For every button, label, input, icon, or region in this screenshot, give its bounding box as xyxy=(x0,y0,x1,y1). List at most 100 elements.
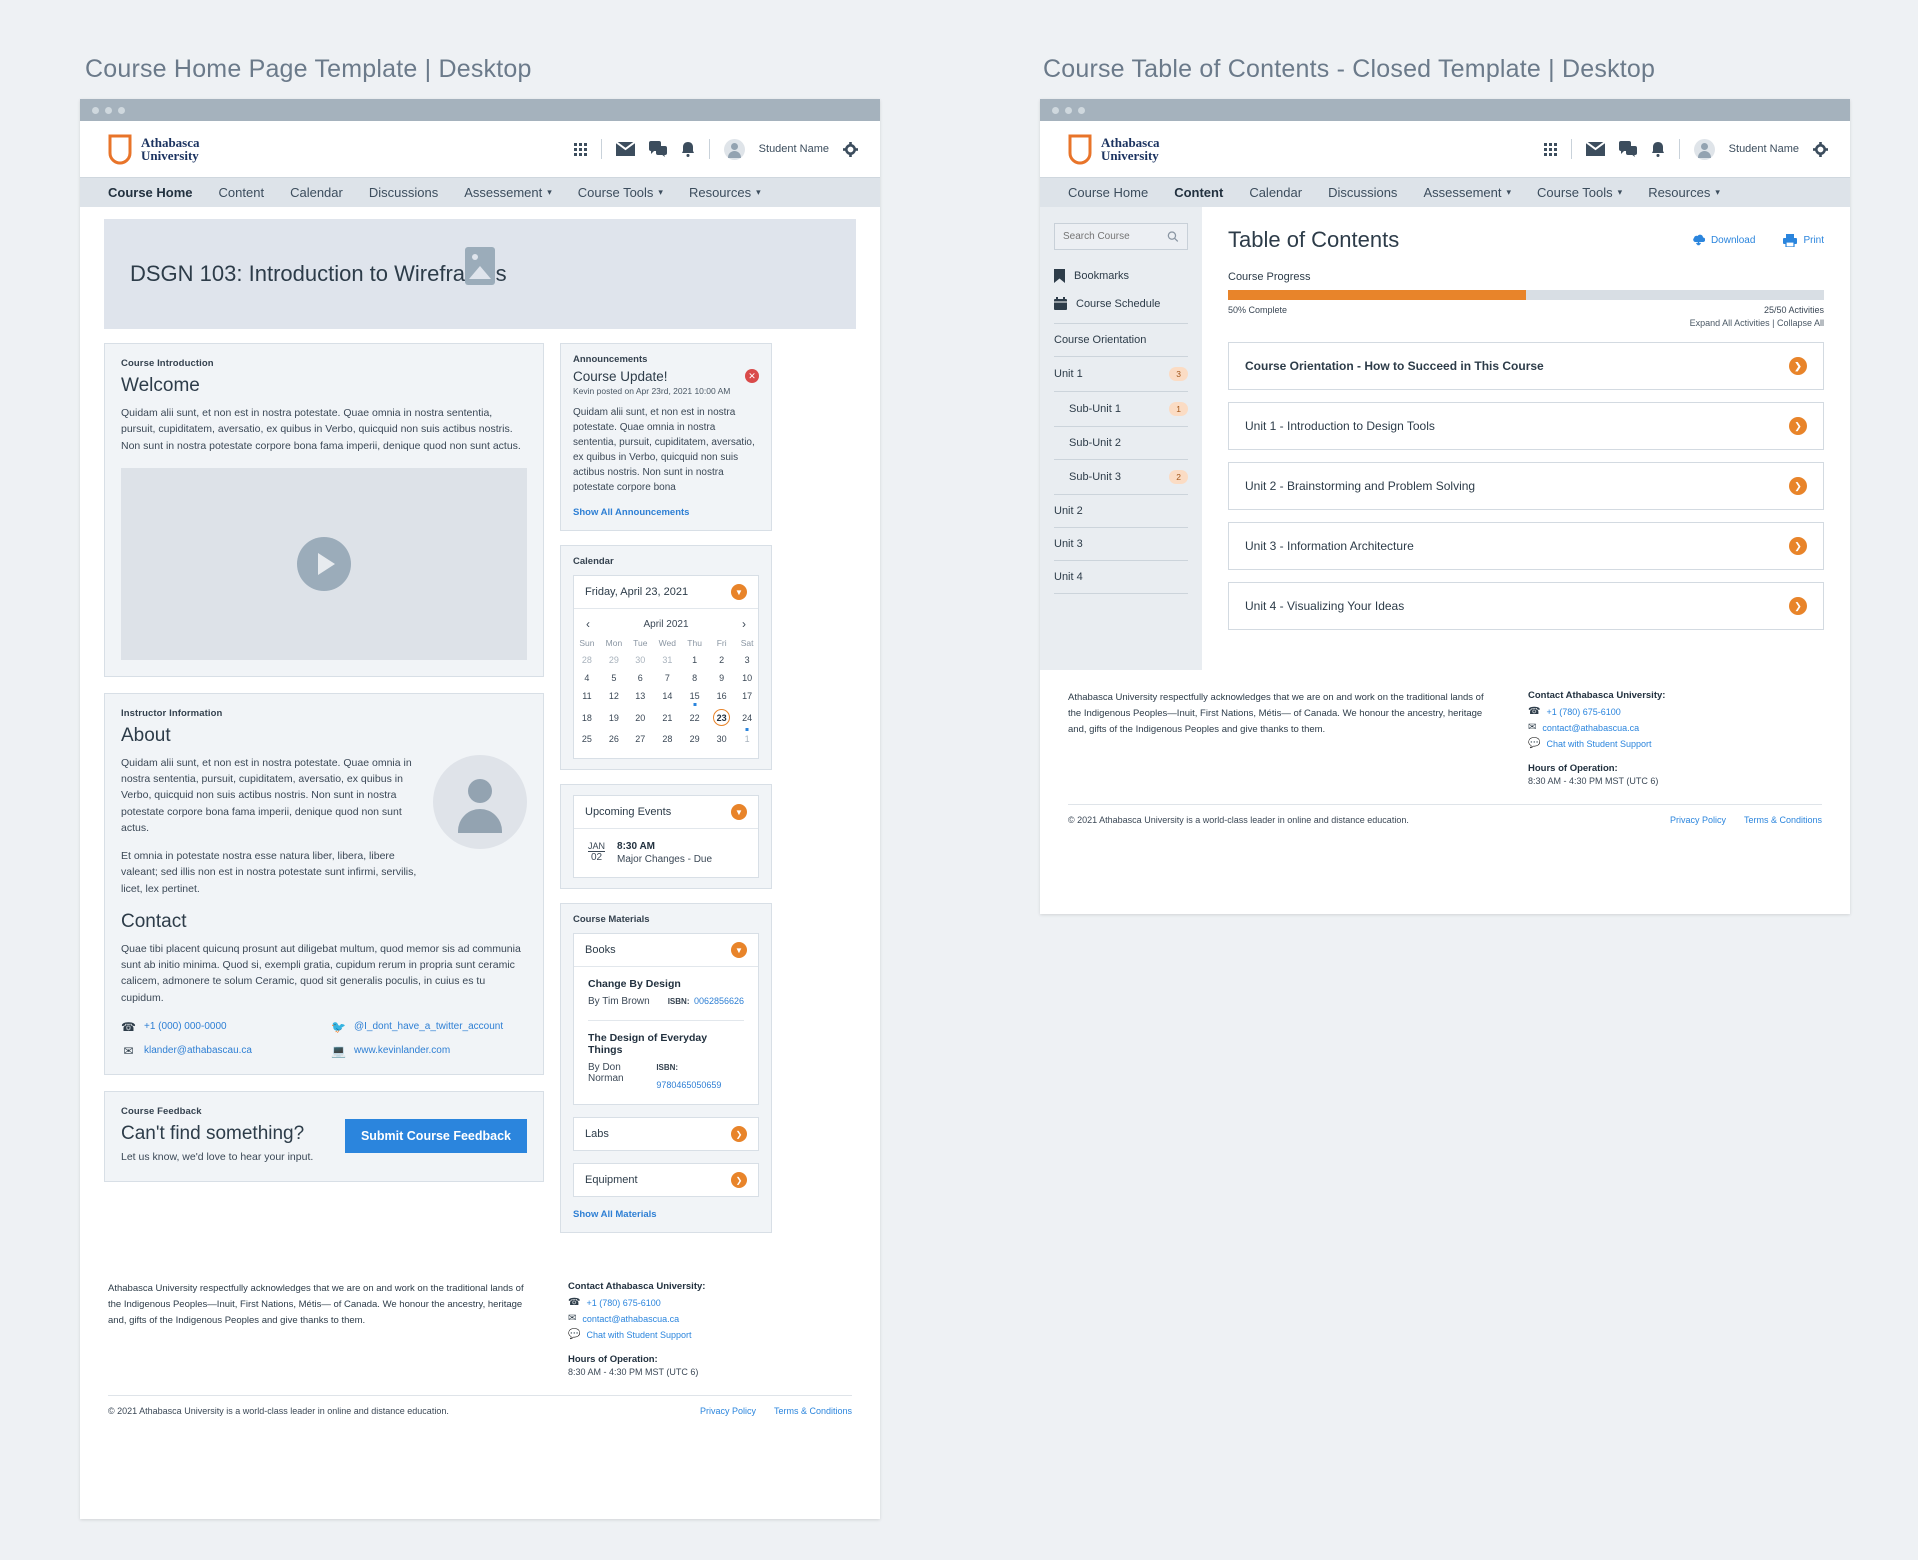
isbn-value[interactable]: 9780465050659 xyxy=(656,1080,721,1090)
nav-item-course-home[interactable]: Course Home xyxy=(1068,185,1148,200)
books-header[interactable]: Books ▼ xyxy=(574,934,758,967)
calendar-day[interactable]: 28 xyxy=(653,730,683,748)
instructor-email[interactable]: ✉ klander@athabascau.ca xyxy=(121,1044,317,1058)
prev-month-icon[interactable]: ‹ xyxy=(586,617,590,631)
toc-item[interactable]: Unit 1 - Introduction to Design Tools ❯ xyxy=(1228,402,1824,450)
calendar-day[interactable]: 5 xyxy=(600,669,628,687)
apps-grid-icon[interactable] xyxy=(1543,142,1557,156)
toc-item[interactable]: Unit 2 - Brainstorming and Problem Solvi… xyxy=(1228,462,1824,510)
calendar-day[interactable]: 24 xyxy=(736,705,758,731)
calendar-day[interactable]: 30 xyxy=(628,651,652,669)
footer-email-link[interactable]: contact@athabascua.ca xyxy=(582,1314,679,1324)
instructor-phone[interactable]: ☎ +1 (000) 000-0000 xyxy=(121,1020,317,1034)
instructor-twitter[interactable]: 🐦 @I_dont_have_a_twitter_account xyxy=(331,1020,527,1034)
next-month-icon[interactable]: › xyxy=(742,617,746,631)
mail-icon[interactable] xyxy=(1585,142,1605,156)
chevron-right-icon[interactable]: ❯ xyxy=(1789,537,1807,555)
footer-phone[interactable]: ☎ +1 (780) 675-6100 xyxy=(1528,706,1665,717)
events-header[interactable]: Upcoming Events ▼ xyxy=(574,796,758,829)
nav-item-assessement[interactable]: Assessement ▾ xyxy=(464,185,552,200)
nav-item-course-tools[interactable]: Course Tools ▾ xyxy=(1537,185,1622,200)
search-input[interactable] xyxy=(1063,231,1168,242)
calendar-day[interactable]: 8 xyxy=(682,669,707,687)
nav-item-course-tools[interactable]: Course Tools ▾ xyxy=(578,185,663,200)
calendar-selected-date-row[interactable]: Friday, April 23, 2021 ▼ xyxy=(574,576,758,609)
calendar-day[interactable]: 2 xyxy=(707,651,736,669)
calendar-day[interactable]: 22 xyxy=(682,705,707,730)
list-item[interactable]: The Design of Everyday Things By Don Nor… xyxy=(574,1021,758,1104)
gear-icon[interactable] xyxy=(843,141,858,157)
calendar-day[interactable]: 17 xyxy=(736,687,758,705)
instructor-email-link[interactable]: klander@athabascau.ca xyxy=(144,1045,252,1056)
sidebar-item-unit-3[interactable]: Unit 3 xyxy=(1054,528,1188,560)
calendar-day[interactable]: 26 xyxy=(600,730,628,748)
footer-email-link[interactable]: contact@athabascua.ca xyxy=(1542,723,1639,733)
sidebar-item-course-orientation[interactable]: Course Orientation xyxy=(1054,324,1188,356)
bell-icon[interactable] xyxy=(1651,141,1665,158)
calendar-day[interactable]: 1 xyxy=(682,651,707,669)
list-item[interactable]: Change By Design By Tim Brown ISBN: 0062… xyxy=(574,967,758,1020)
terms-conditions-link[interactable]: Terms & Conditions xyxy=(1744,815,1822,825)
privacy-policy-link[interactable]: Privacy Policy xyxy=(1670,815,1726,825)
footer-chat[interactable]: 💬 Chat with Student Support xyxy=(1528,738,1665,749)
toc-item[interactable]: Unit 4 - Visualizing Your Ideas ❯ xyxy=(1228,582,1824,630)
footer-chat-link[interactable]: Chat with Student Support xyxy=(1546,739,1651,749)
nav-item-calendar[interactable]: Calendar xyxy=(1249,185,1302,200)
footer-chat[interactable]: 💬 Chat with Student Support xyxy=(568,1329,705,1340)
sidebar-item-unit-2[interactable]: Unit 2 xyxy=(1054,495,1188,527)
course-intro-video[interactable] xyxy=(121,467,527,660)
calendar-day[interactable]: 27 xyxy=(628,730,652,748)
calendar-day[interactable]: 4 xyxy=(574,669,600,687)
calendar-day[interactable]: 19 xyxy=(600,705,628,730)
labs-panel[interactable]: Labs ❯ xyxy=(573,1117,759,1151)
footer-phone-link[interactable]: +1 (780) 675-6100 xyxy=(1546,707,1620,717)
chat-icon[interactable] xyxy=(648,141,667,157)
chat-icon[interactable] xyxy=(1618,141,1637,157)
sidebar-item-unit-4[interactable]: Unit 4 xyxy=(1054,561,1188,593)
instructor-twitter-link[interactable]: @I_dont_have_a_twitter_account xyxy=(354,1021,503,1032)
search-icon[interactable] xyxy=(1167,230,1179,243)
calendar-day[interactable]: 16 xyxy=(707,687,736,705)
equipment-header[interactable]: Equipment ❯ xyxy=(574,1164,758,1196)
calendar-day[interactable]: 6 xyxy=(628,669,652,687)
print-button[interactable]: Print xyxy=(1783,233,1824,247)
labs-header[interactable]: Labs ❯ xyxy=(574,1118,758,1150)
chevron-right-icon[interactable]: ❯ xyxy=(1789,417,1807,435)
calendar-day[interactable]: 1 xyxy=(736,730,758,748)
toc-item[interactable]: Unit 3 - Information Architecture ❯ xyxy=(1228,522,1824,570)
search-course-box[interactable] xyxy=(1054,223,1188,250)
sidebar-item-sub-unit-1[interactable]: Sub-Unit 1 1 xyxy=(1054,392,1188,426)
chevron-right-icon[interactable]: ❯ xyxy=(731,1126,747,1142)
chevron-right-icon[interactable]: ❯ xyxy=(1789,477,1807,495)
sidebar-item-sub-unit-3[interactable]: Sub-Unit 3 2 xyxy=(1054,460,1188,494)
calendar-day[interactable]: 21 xyxy=(653,705,683,730)
chevron-down-icon[interactable]: ▼ xyxy=(731,942,747,958)
footer-email[interactable]: ✉ contact@athabascua.ca xyxy=(1528,722,1665,733)
chevron-down-icon[interactable]: ▼ xyxy=(731,804,747,820)
gear-icon[interactable] xyxy=(1813,141,1828,157)
apps-grid-icon[interactable] xyxy=(573,142,587,156)
footer-chat-link[interactable]: Chat with Student Support xyxy=(586,1330,691,1340)
sidebar-item-course-schedule[interactable]: Course Schedule xyxy=(1054,290,1188,317)
calendar-day[interactable]: 29 xyxy=(682,730,707,748)
mail-icon[interactable] xyxy=(615,142,635,156)
chevron-right-icon[interactable]: ❯ xyxy=(731,1172,747,1188)
calendar-day[interactable]: 7 xyxy=(653,669,683,687)
athabasca-logo[interactable]: Athabasca University xyxy=(108,134,200,165)
nav-item-discussions[interactable]: Discussions xyxy=(369,185,438,200)
calendar-day[interactable]: 31 xyxy=(653,651,683,669)
terms-conditions-link[interactable]: Terms & Conditions xyxy=(774,1406,852,1416)
calendar-day[interactable]: 3 xyxy=(736,651,758,669)
nav-item-calendar[interactable]: Calendar xyxy=(290,185,343,200)
show-all-announcements-link[interactable]: Show All Announcements xyxy=(573,507,689,518)
nav-item-course-home[interactable]: Course Home xyxy=(108,185,193,200)
toc-item[interactable]: Course Orientation - How to Succeed in T… xyxy=(1228,342,1824,390)
play-icon[interactable] xyxy=(297,536,351,591)
instructor-website[interactable]: 💻 www.kevinlander.com xyxy=(331,1044,527,1058)
nav-item-content[interactable]: Content xyxy=(1174,185,1223,200)
nav-item-content[interactable]: Content xyxy=(219,185,265,200)
footer-phone[interactable]: ☎ +1 (780) 675-6100 xyxy=(568,1297,705,1308)
bell-icon[interactable] xyxy=(681,141,695,158)
nav-item-discussions[interactable]: Discussions xyxy=(1328,185,1397,200)
nav-item-resources[interactable]: Resources ▾ xyxy=(689,185,761,200)
